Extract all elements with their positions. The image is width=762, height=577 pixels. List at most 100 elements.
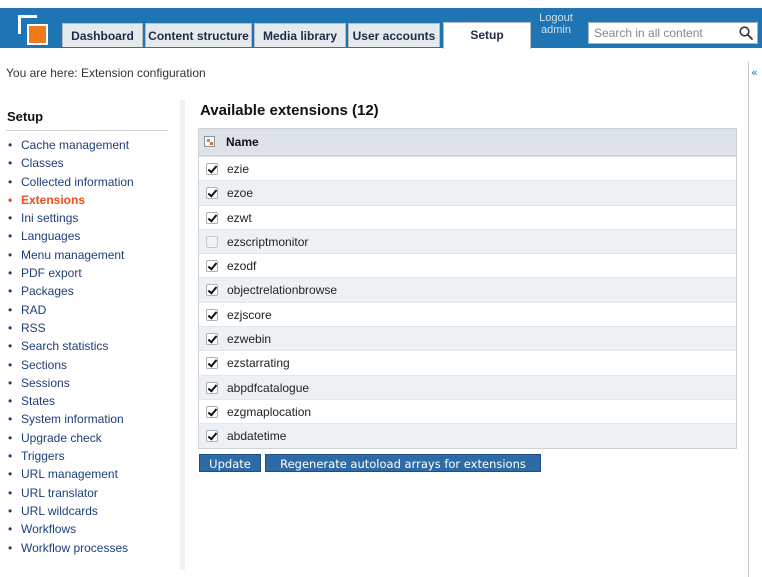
sidebar-item-label[interactable]: States: [21, 394, 55, 408]
panel-divider[interactable]: [180, 100, 364, 570]
sidebar-item-label[interactable]: Extensions: [21, 193, 85, 207]
sidebar-item-label[interactable]: Sessions: [21, 376, 70, 390]
extension-checkbox[interactable]: [206, 235, 218, 248]
bullet-icon: •: [8, 211, 13, 226]
breadcrumb: You are here: Extension configuration: [6, 66, 206, 80]
extension-checkbox[interactable]: [206, 430, 218, 443]
table-row: ezstarrating: [199, 350, 736, 375]
bullet-icon: •: [8, 339, 13, 354]
sidebar-item-triggers[interactable]: • Triggers: [8, 447, 134, 465]
table-row: ezjscore: [199, 301, 736, 327]
sidebar-item-url-translator[interactable]: • URL translator: [8, 484, 134, 502]
sidebar-item-pdf-export[interactable]: • PDF export: [8, 264, 134, 282]
extension-checkbox[interactable]: [206, 381, 218, 394]
sidebar-item-label[interactable]: Ini settings: [21, 211, 78, 225]
sidebar-item-languages[interactable]: • Languages: [8, 227, 134, 245]
sidebar-item-rss[interactable]: • RSS: [8, 319, 134, 337]
sidebar-item-search-statistics[interactable]: • Search statistics: [8, 337, 134, 355]
sidebar-item-label[interactable]: Cache management: [21, 138, 129, 152]
sidebar-item-label[interactable]: RSS: [21, 321, 46, 335]
extension-checkbox[interactable]: [206, 260, 218, 273]
extensions-table: Name ezie ezoe ezwt ezscriptmonitor ezodf obj…: [198, 128, 737, 449]
sidebar-item-label[interactable]: Classes: [21, 156, 64, 170]
bullet-icon: •: [8, 412, 13, 427]
tab-user-accounts[interactable]: User accounts: [348, 23, 440, 47]
sidebar-item-cache-management[interactable]: • Cache management: [8, 136, 134, 154]
sidebar-item-label[interactable]: URL management: [21, 467, 118, 481]
tab-setup[interactable]: Setup: [443, 22, 531, 49]
sidebar-item-label[interactable]: PDF export: [21, 266, 82, 280]
update-button[interactable]: Update: [199, 454, 261, 472]
sidebar-item-label[interactable]: Collected information: [21, 175, 134, 189]
search-input[interactable]: [589, 23, 739, 43]
sidebar-item-sections[interactable]: • Sections: [8, 356, 134, 374]
extension-checkbox[interactable]: [206, 333, 218, 346]
sidebar-item-label[interactable]: RAD: [21, 303, 46, 317]
sidebar-item-label[interactable]: Workflow processes: [21, 541, 128, 555]
extension-checkbox[interactable]: [206, 163, 218, 175]
extension-checkbox[interactable]: [206, 284, 218, 297]
table-row: objectrelationbrowse: [199, 277, 736, 302]
sidebar-item-rad[interactable]: • RAD: [8, 301, 134, 319]
extension-name: objectrelationbrowse: [227, 283, 338, 298]
extension-checkbox[interactable]: [206, 405, 218, 418]
sidebar-item-label[interactable]: Languages: [21, 229, 80, 243]
bullet-icon: •: [8, 229, 13, 244]
sidebar-item-upgrade-check[interactable]: • Upgrade check: [8, 429, 134, 447]
sidebar-item-label[interactable]: Menu management: [21, 248, 124, 262]
sidebar-item-label[interactable]: Sections: [21, 358, 67, 372]
extension-name: ezscriptmonitor: [227, 234, 309, 249]
table-header: Name: [199, 129, 736, 156]
sidebar-divider: [6, 130, 168, 131]
sidebar-item-url-wildcards[interactable]: • URL wildcards: [8, 502, 134, 520]
sidebar-item-workflows[interactable]: • Workflows: [8, 520, 134, 538]
sidebar-item-label[interactable]: Packages: [21, 284, 74, 298]
sidebar-item-packages[interactable]: • Packages: [8, 282, 134, 300]
bullet-icon: •: [8, 192, 13, 207]
bullet-icon: •: [8, 284, 13, 299]
sidebar-item-label[interactable]: URL translator: [21, 486, 98, 500]
column-header-name: Name: [226, 135, 259, 149]
sidebar-item-label[interactable]: URL wildcards: [21, 504, 98, 518]
tab-content-structure[interactable]: Content structure: [145, 23, 252, 47]
tab-dashboard[interactable]: Dashboard: [62, 23, 143, 47]
table-row: ezgmaplocation: [199, 398, 736, 424]
bullet-icon: •: [8, 375, 13, 390]
toggle-selection-icon[interactable]: [204, 136, 215, 147]
extension-name: abdatetime: [227, 429, 287, 444]
sidebar-item-menu-management[interactable]: • Menu management: [8, 246, 134, 264]
sidebar-list: • Cache management • Classes • Collected info…: [8, 136, 134, 557]
bullet-icon: •: [8, 320, 13, 335]
collapse-rail-icon[interactable]: «: [751, 66, 758, 79]
bullet-icon: •: [8, 467, 13, 482]
table-row: ezoe: [199, 180, 736, 205]
sidebar-item-label[interactable]: Triggers: [21, 449, 65, 463]
extension-name: ezwt: [227, 210, 252, 225]
sidebar-item-sessions[interactable]: • Sessions: [8, 374, 134, 392]
sidebar-item-label[interactable]: Workflows: [21, 522, 76, 536]
logo[interactable]: [18, 15, 48, 45]
sidebar-item-workflow-processes[interactable]: • Workflow processes: [8, 539, 134, 557]
logout-label[interactable]: Logout: [530, 12, 582, 24]
sidebar-item-label[interactable]: Upgrade check: [21, 431, 102, 445]
sidebar-item-system-information[interactable]: • System information: [8, 410, 134, 428]
tab-media-library[interactable]: Media library: [254, 23, 346, 47]
bullet-icon: •: [8, 266, 13, 281]
extension-checkbox[interactable]: [206, 308, 218, 321]
sidebar-item-label[interactable]: Search statistics: [21, 339, 108, 353]
sidebar-item-url-management[interactable]: • URL management: [8, 465, 134, 483]
sidebar-item-extensions[interactable]: • Extensions: [8, 191, 134, 209]
extension-name: ezjscore: [227, 307, 272, 322]
extension-name: ezie: [227, 162, 250, 176]
extension-checkbox[interactable]: [206, 187, 218, 200]
sidebar-item-label[interactable]: System information: [21, 412, 124, 426]
extension-checkbox[interactable]: [206, 357, 218, 370]
sidebar-item-collected-information[interactable]: • Collected information: [8, 173, 134, 191]
sidebar-item-ini-settings[interactable]: • Ini settings: [8, 209, 134, 227]
sidebar-item-classes[interactable]: • Classes: [8, 154, 134, 172]
search-icon[interactable]: [738, 25, 754, 41]
extension-checkbox[interactable]: [206, 211, 218, 224]
sidebar-item-states[interactable]: • States: [8, 392, 134, 410]
regenerate-autoload-button[interactable]: Regenerate autoload arrays for extension…: [265, 454, 541, 472]
logout-link[interactable]: Logout admin: [530, 12, 582, 36]
